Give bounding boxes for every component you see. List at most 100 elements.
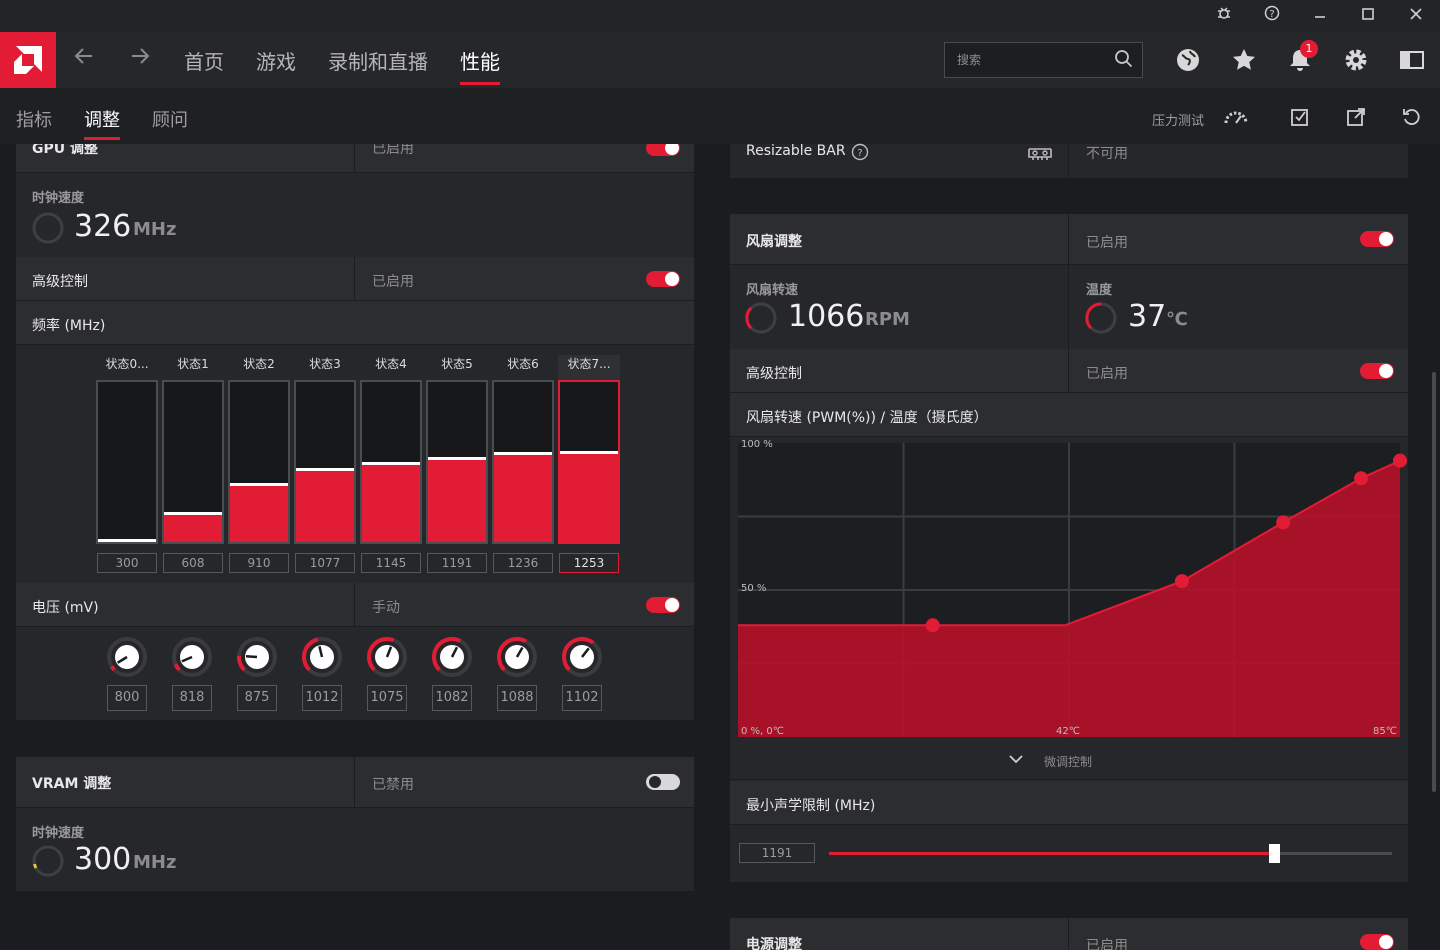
divider bbox=[1068, 265, 1069, 349]
voltage-dial-1[interactable] bbox=[170, 635, 214, 679]
frequency-value-0[interactable]: 300 bbox=[97, 553, 157, 573]
fan-tuning-toggle[interactable] bbox=[1360, 231, 1394, 247]
frequency-value-5[interactable]: 1191 bbox=[427, 553, 487, 573]
voltage-value-2[interactable]: 875 bbox=[237, 685, 277, 711]
fan-curve-point-5[interactable] bbox=[1354, 471, 1369, 486]
voltage-value-4[interactable]: 1075 bbox=[367, 685, 407, 711]
frequency-bar-fill bbox=[428, 457, 486, 542]
finetune-row[interactable]: 微调控制 bbox=[730, 739, 1408, 780]
voltage-dial-5[interactable] bbox=[430, 635, 474, 679]
chevron-down-icon[interactable] bbox=[1008, 753, 1024, 765]
fan-tuning-panel: 风扇调整 已启用 风扇转速 1066 RPM 温度 37 ℃ 高级控制 已启用 … bbox=[730, 214, 1408, 882]
import-profile-icon[interactable] bbox=[1288, 105, 1312, 129]
fan-curve-point-4[interactable] bbox=[1276, 515, 1291, 530]
search-icon[interactable] bbox=[1114, 49, 1134, 73]
power-tuning-title: 电源调整 bbox=[746, 937, 802, 950]
voltage-dial-6[interactable] bbox=[495, 635, 539, 679]
gpu-tuning-toggle[interactable] bbox=[646, 144, 680, 156]
star-icon[interactable] bbox=[1230, 46, 1258, 74]
voltage-label: 电压 (mV) bbox=[32, 600, 99, 616]
subtab-metrics[interactable]: 指标 bbox=[16, 106, 52, 132]
subtab-tuning[interactable]: 调整 bbox=[84, 106, 120, 140]
frequency-bar-0[interactable] bbox=[96, 380, 158, 544]
vram-tuning-toggle[interactable] bbox=[646, 774, 680, 790]
voltage-value-7[interactable]: 1102 bbox=[562, 685, 602, 711]
export-profile-icon[interactable] bbox=[1344, 105, 1368, 129]
voltage-dial-4[interactable] bbox=[365, 635, 409, 679]
fan-curve-point-1[interactable] bbox=[925, 618, 940, 633]
acoustic-slider-handle[interactable] bbox=[1269, 844, 1280, 863]
acoustic-slider-track[interactable] bbox=[829, 844, 1392, 863]
frequency-bar-3[interactable] bbox=[294, 380, 356, 544]
voltage-dial-7[interactable] bbox=[560, 635, 604, 679]
gpu-tuning-panel: GPU 调整 已启用 时钟速度 326 MHz 高级控制 已启用 频率 (MHz… bbox=[16, 144, 694, 720]
finetune-label[interactable]: 微调控制 bbox=[1044, 753, 1092, 770]
amd-logo-icon[interactable] bbox=[0, 32, 56, 88]
fan-curve-point-3[interactable] bbox=[1174, 574, 1189, 589]
frequency-bar-1[interactable] bbox=[162, 380, 224, 544]
tab-gaming[interactable]: 游戏 bbox=[256, 46, 296, 75]
help-circle-icon[interactable]: ? bbox=[851, 143, 869, 161]
frequency-bar-2[interactable] bbox=[228, 380, 290, 544]
voltage-dial-3[interactable] bbox=[300, 635, 344, 679]
subtab-advisor[interactable]: 顾问 bbox=[152, 106, 188, 132]
gpu-card-icon bbox=[1028, 148, 1052, 160]
divider bbox=[1068, 349, 1069, 392]
fan-curve-svg[interactable] bbox=[730, 437, 1408, 739]
frequency-value-4[interactable]: 1145 bbox=[361, 553, 421, 573]
search-box[interactable] bbox=[944, 42, 1143, 78]
vertical-scrollbar[interactable] bbox=[1432, 372, 1436, 792]
gpu-advanced-control-toggle[interactable] bbox=[646, 271, 680, 287]
acoustic-limit-input[interactable]: 1191 bbox=[739, 843, 815, 863]
frequency-value-3[interactable]: 1077 bbox=[295, 553, 355, 573]
minimize-icon[interactable] bbox=[1306, 4, 1334, 28]
divider bbox=[1068, 144, 1069, 178]
frequency-bar-4[interactable] bbox=[360, 380, 422, 544]
help-icon[interactable]: ? bbox=[1258, 4, 1286, 28]
frequency-value-6[interactable]: 1236 bbox=[493, 553, 553, 573]
voltage-manual-toggle[interactable] bbox=[646, 597, 680, 613]
voltage-value-1[interactable]: 818 bbox=[172, 685, 212, 711]
sidebar-panel-icon[interactable] bbox=[1398, 46, 1426, 74]
gear-icon[interactable] bbox=[1342, 46, 1370, 74]
globe-icon[interactable] bbox=[1174, 46, 1202, 74]
svg-text:?: ? bbox=[1269, 9, 1274, 20]
stress-test-label[interactable]: 压力测试 bbox=[1152, 110, 1204, 129]
close-icon[interactable] bbox=[1402, 4, 1430, 28]
maximize-icon[interactable] bbox=[1354, 4, 1382, 28]
voltage-value-0[interactable]: 800 bbox=[107, 685, 147, 711]
tab-home[interactable]: 首页 bbox=[184, 46, 224, 75]
power-tuning-toggle[interactable] bbox=[1360, 934, 1394, 950]
frequency-bar-5[interactable] bbox=[426, 380, 488, 544]
back-arrow-icon[interactable] bbox=[72, 44, 96, 74]
gpu-clock-gauge-icon bbox=[32, 212, 64, 244]
toggle-knob bbox=[1379, 935, 1393, 949]
tab-performance[interactable]: 性能 bbox=[460, 46, 500, 85]
frequency-bar-6[interactable] bbox=[492, 380, 554, 544]
voltage-value-5[interactable]: 1082 bbox=[432, 685, 472, 711]
tab-record-stream[interactable]: 录制和直播 bbox=[328, 46, 428, 75]
voltage-dial-2[interactable] bbox=[235, 635, 279, 679]
frequency-bar-7[interactable] bbox=[558, 380, 620, 544]
state-label-3: 状态3 bbox=[309, 357, 341, 371]
reset-icon[interactable] bbox=[1400, 105, 1424, 129]
voltage-dial-0[interactable] bbox=[105, 635, 149, 679]
frequency-value-7[interactable]: 1253 bbox=[559, 553, 619, 573]
temperature-unit: ℃ bbox=[1166, 309, 1188, 330]
bug-report-icon[interactable] bbox=[1210, 4, 1238, 28]
search-input[interactable] bbox=[957, 49, 1107, 71]
voltage-value-3[interactable]: 1012 bbox=[302, 685, 342, 711]
frequency-value-2[interactable]: 910 bbox=[229, 553, 289, 573]
fan-speed-unit: RPM bbox=[865, 309, 910, 330]
stress-test-gauge-icon[interactable] bbox=[1222, 105, 1248, 129]
fan-curve-header: 风扇转速 (PWM(%)) / 温度（摄氏度） bbox=[730, 393, 1408, 437]
forward-arrow-icon[interactable] bbox=[128, 44, 152, 74]
resizable-bar-panel: Resizable BAR ? 不可用 bbox=[730, 143, 1408, 178]
fan-advanced-control-toggle[interactable] bbox=[1360, 363, 1394, 379]
frequency-value-1[interactable]: 608 bbox=[163, 553, 223, 573]
fan-advanced-control-label: 高级控制 bbox=[746, 366, 802, 382]
fan-curve-point-6[interactable] bbox=[1393, 453, 1407, 468]
voltage-value-6[interactable]: 1088 bbox=[497, 685, 537, 711]
y-tick-50: 50 % bbox=[741, 583, 767, 594]
toggle-knob bbox=[647, 774, 663, 790]
